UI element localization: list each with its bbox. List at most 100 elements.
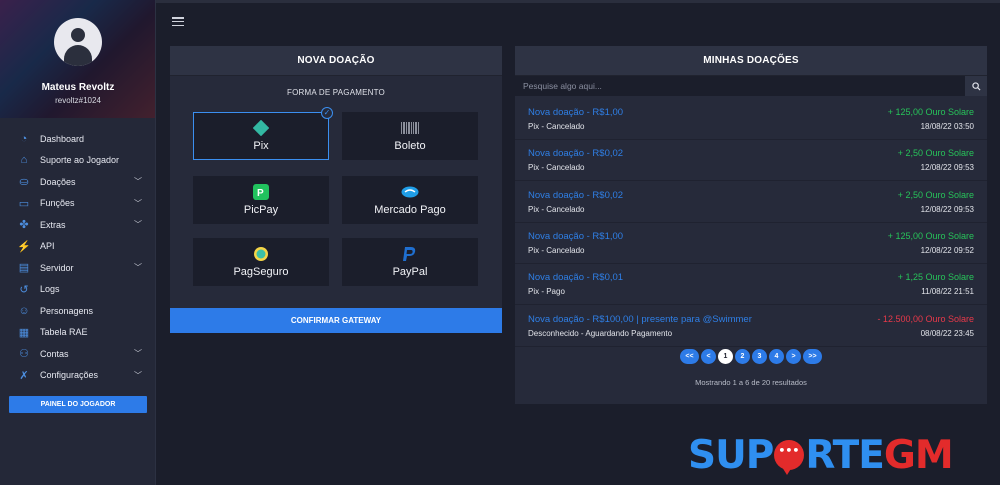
sidebar-item-label: Logs: [40, 284, 60, 295]
sidebar-item-configura-es[interactable]: ✗ Configurações ﹀: [0, 365, 156, 387]
search-icon: [971, 81, 981, 91]
donation-date: 18/08/22 03:50: [920, 122, 974, 131]
chevron-down-icon: ﹀: [134, 263, 142, 273]
gamepad-icon: ▭: [18, 197, 30, 210]
donation-row[interactable]: Nova doação - R$0,01 Pix - Pago + 1,25 Our…: [515, 264, 987, 306]
donation-title[interactable]: Nova doação - R$0,01: [528, 272, 623, 283]
sidebar-item-label: Contas: [40, 348, 69, 359]
sidebar-item-doa-es[interactable]: ⛀ Doações ﹀: [0, 171, 156, 193]
sidebar: Mateus Revoltz revoltz#1024 ◔ Dashboard ⌂ S…: [0, 0, 156, 485]
donation-row[interactable]: Nova doação - R$0,02 Pix - Cancelado + 2,5…: [515, 182, 987, 223]
sidebar-item-logs[interactable]: ↺ Logs: [0, 279, 156, 301]
table-icon: ▦: [18, 326, 30, 339]
page-1-button[interactable]: 1: [718, 349, 733, 364]
search-input[interactable]: Pesquise algo aqui...: [515, 76, 965, 96]
gateway-boleto[interactable]: Boleto: [342, 112, 478, 160]
sidebar-item-servidor[interactable]: ▤ Servidor ﹀: [0, 257, 156, 279]
page-prev-button[interactable]: <: [701, 349, 716, 364]
sidebar-item-label: Funções: [40, 198, 75, 209]
donation-amount: + 125,00 Ouro Solare: [887, 230, 974, 241]
avatar[interactable]: [54, 18, 102, 66]
suportegm-logo: SUPRTEGM: [688, 432, 954, 478]
sidebar-item-label: Tabela RAE: [40, 327, 88, 338]
gateway-label: Pix: [253, 140, 269, 152]
tools-icon: ✗: [19, 369, 29, 382]
gateway-label: PagSeguro: [233, 266, 289, 278]
donation-status: Pix - Cancelado: [528, 245, 585, 255]
sidebar-item-fun-es[interactable]: ▭ Funções ﹀: [0, 193, 156, 215]
mercadopago-icon: [401, 184, 419, 200]
donation-title[interactable]: Nova doação - R$0,02: [528, 148, 623, 159]
page-4-button[interactable]: 4: [769, 349, 784, 364]
donation-title[interactable]: Nova doação - R$1,00: [528, 107, 623, 118]
player-panel-button[interactable]: PAINEL DO JOGADOR: [9, 396, 147, 413]
sidebar-item-tabela-rae[interactable]: ▦ Tabela RAE: [0, 322, 156, 344]
my-donations-title: MINHAS DOAÇÕES: [515, 46, 987, 76]
page-2-button[interactable]: 2: [735, 349, 750, 364]
donation-title[interactable]: Nova doação - R$100,00 | presente para @…: [528, 314, 752, 325]
donations-icon: ⛀: [19, 176, 29, 189]
menu-toggle-icon[interactable]: [172, 17, 184, 27]
gateway-mercado-pago[interactable]: Mercado Pago: [342, 176, 478, 224]
pagination: << <1 2 3 4 > >>: [515, 349, 987, 364]
picpay-icon: P: [252, 184, 270, 200]
gateway-label: Boleto: [394, 140, 426, 152]
page-first-button[interactable]: <<: [680, 349, 699, 364]
new-donation-card: NOVA DOAÇÃO FORMA DE PAGAMENTO Pix ✓ Bolet…: [170, 46, 502, 333]
page-last-button[interactable]: >>: [803, 349, 822, 364]
sidebar-item-personagens[interactable]: ☺ Personagens: [0, 300, 156, 322]
sidebar-item-suporte-ao-jogador[interactable]: ⌂ Suporte ao Jogador: [0, 150, 156, 172]
sidebar-item-label: API: [40, 241, 55, 252]
confirm-gateway-button[interactable]: CONFIRMAR GATEWAY: [170, 308, 502, 333]
donation-title[interactable]: Nova doação - R$0,02: [528, 190, 623, 201]
donation-row[interactable]: Nova doação - R$1,00 Pix - Cancelado + 125…: [515, 223, 987, 264]
puzzle-icon: ✤: [19, 219, 29, 232]
page-3-button[interactable]: 3: [752, 349, 767, 364]
user-handle: revoltz#1024: [55, 96, 101, 105]
sidebar-item-label: Configurações: [40, 370, 99, 381]
gateway-label: Mercado Pago: [374, 204, 446, 216]
donation-title[interactable]: Nova doação - R$1,00: [528, 231, 623, 242]
chevron-down-icon: ﹀: [134, 177, 142, 187]
gateway-pagseguro[interactable]: PagSeguro: [193, 238, 329, 286]
gateway-pix[interactable]: Pix ✓: [193, 107, 333, 160]
support-icon: ⌂: [20, 154, 28, 167]
donation-row[interactable]: Nova doação - R$100,00 | presente para @…: [515, 306, 987, 347]
donation-amount: + 1,25 Ouro Solare: [897, 272, 974, 283]
pagseguro-icon: [252, 246, 270, 262]
donation-status: Pix - Cancelado: [528, 204, 585, 214]
sidebar-item-label: Suporte ao Jogador: [40, 155, 120, 166]
server-icon: ▤: [18, 262, 30, 275]
donation-row[interactable]: Nova doação - R$1,00 Pix - Cancelado + 125…: [515, 99, 987, 140]
payment-method-label: FORMA DE PAGAMENTO: [287, 88, 385, 97]
donation-date: 12/08/22 09:53: [920, 163, 974, 173]
gateway-picpay[interactable]: P PicPay: [193, 176, 329, 224]
my-donations-card: MINHAS DOAÇÕES Pesquise algo aqui... Nov…: [515, 46, 987, 404]
donation-amount: + 125,00 Ouro Solare: [887, 107, 974, 117]
donation-status: Pix - Pago: [528, 287, 565, 297]
donation-row[interactable]: Nova doação - R$0,02 Pix - Cancelado + 2,5…: [515, 140, 987, 182]
donation-status: Desconhecido - Aguardando Pagamento: [528, 328, 673, 338]
dashboard-icon: ◔: [20, 132, 28, 145]
donation-amount: - 12.500,00 Ouro Solare: [877, 313, 974, 324]
donation-date: 08/08/22 23:45: [920, 328, 974, 338]
sidebar-item-contas[interactable]: ⚇ Contas ﹀: [0, 343, 156, 365]
sidebar-item-dashboard[interactable]: ◔ Dashboard: [0, 128, 156, 150]
donation-status: Pix - Cancelado: [528, 163, 585, 173]
page-next-button[interactable]: >: [786, 349, 801, 364]
history-icon: ↺: [19, 283, 29, 296]
svg-text:P: P: [257, 188, 264, 199]
chevron-down-icon: ﹀: [134, 370, 142, 380]
gateway-label: PayPal: [392, 266, 428, 278]
profile-banner: Mateus Revoltz revoltz#1024: [0, 0, 155, 118]
sidebar-item-label: Dashboard: [40, 133, 85, 144]
sidebar-item-label: Servidor: [40, 262, 74, 273]
donation-date: 12/08/22 09:53: [920, 204, 974, 214]
sidebar-item-api[interactable]: ⚡ API: [0, 236, 156, 258]
result-info: Mostrando 1 a 6 de 20 resultados: [695, 378, 807, 387]
gateway-paypal[interactable]: PayPal: [342, 238, 478, 286]
sidebar-item-extras[interactable]: ✤ Extras ﹀: [0, 214, 156, 236]
pix-icon: [252, 120, 270, 136]
characters-icon: ☺: [18, 304, 30, 317]
search-button[interactable]: [965, 76, 987, 96]
